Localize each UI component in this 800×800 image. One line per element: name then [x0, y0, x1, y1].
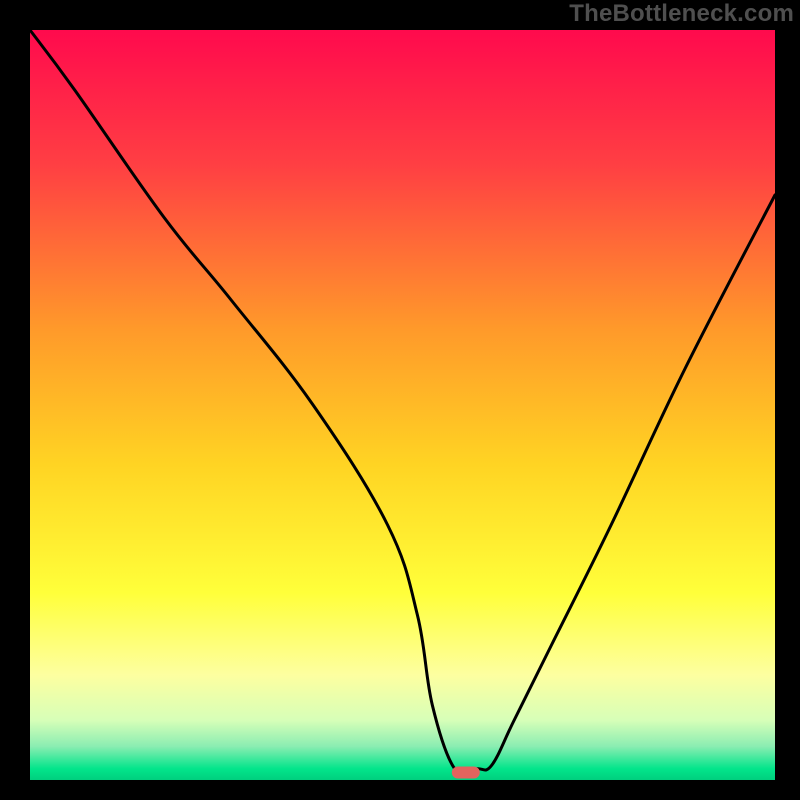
watermark-label: TheBottleneck.com: [569, 0, 794, 28]
plot-background: [30, 30, 775, 780]
optimal-marker: [452, 767, 480, 779]
bottleneck-chart: TheBottleneck.com: [0, 0, 800, 800]
chart-canvas: [0, 0, 800, 800]
